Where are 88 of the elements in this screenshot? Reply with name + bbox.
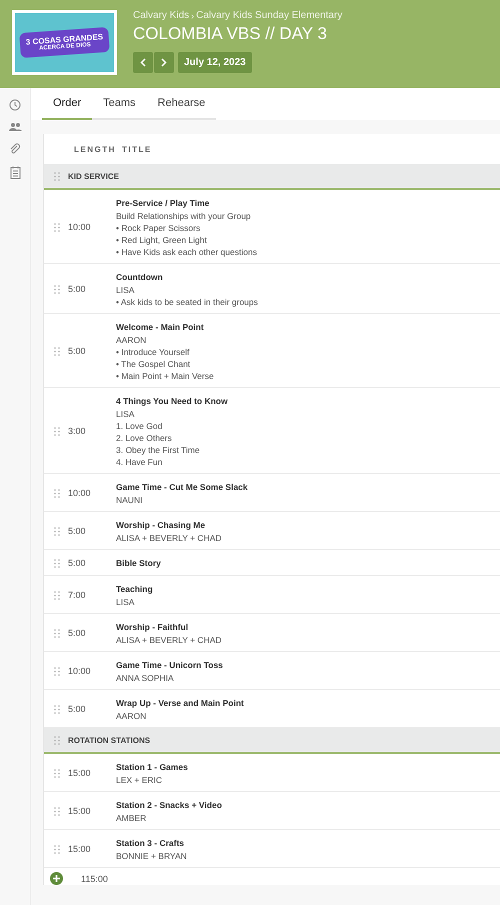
chevron-left-icon xyxy=(140,58,146,67)
item-note: • Introduce Yourself xyxy=(116,346,190,358)
item-title[interactable]: Worship - Chasing Me xyxy=(116,518,222,532)
item-length: 7:00 xyxy=(68,590,87,600)
item-title[interactable]: Game Time - Cut Me Some Slack xyxy=(116,480,248,494)
date-button[interactable]: July 12, 2023 xyxy=(178,52,252,73)
column-header: LENGTH xyxy=(74,144,117,154)
item-note: • Main Point + Main Verse xyxy=(116,370,214,382)
item-title[interactable]: Wrap Up - Verse and Main Point xyxy=(116,696,244,710)
next-button[interactable] xyxy=(154,52,174,73)
tab[interactable]: Rehearse xyxy=(146,88,216,120)
item-length: 5:00 xyxy=(68,284,87,294)
drag-handle-icon[interactable] xyxy=(54,426,60,436)
item-title[interactable]: Station 2 - Snacks + Video xyxy=(116,798,222,812)
add-icon[interactable] xyxy=(50,872,63,885)
total-length: 115:00 xyxy=(81,874,108,884)
item-length: 15:00 xyxy=(68,844,92,854)
item-title[interactable]: Pre-Service / Play Time xyxy=(116,196,257,210)
item-length: 10:00 xyxy=(68,488,92,498)
item-note: BONNIE + BRYAN xyxy=(116,850,187,862)
item-length: 5:00 xyxy=(68,526,87,536)
column-header: TITLE xyxy=(122,144,152,154)
tab[interactable]: Order xyxy=(42,88,92,120)
item-note: LISA xyxy=(116,408,136,420)
item-length: 5:00 xyxy=(68,346,87,356)
item-title[interactable]: Bible Story xyxy=(116,556,161,570)
drag-handle-icon[interactable] xyxy=(54,222,60,232)
item-note: • The Gospel Chant xyxy=(116,358,192,370)
drag-handle-icon[interactable] xyxy=(54,736,60,744)
notes-icon[interactable] xyxy=(10,166,20,179)
drag-handle-icon[interactable] xyxy=(54,704,60,714)
plan-title: COLOMBIA VBS // DAY 3 xyxy=(133,24,328,44)
item-note: • Have Kids ask each other questions xyxy=(116,246,257,258)
item-note: 4. Have Fun xyxy=(116,456,164,468)
chevron-icon: › xyxy=(191,10,194,20)
drag-handle-icon[interactable] xyxy=(54,666,60,676)
item-length: 10:00 xyxy=(68,222,92,232)
item-title[interactable]: Countdown xyxy=(116,270,258,284)
section-header: KID SERVICE xyxy=(68,172,119,180)
drag-handle-icon[interactable] xyxy=(54,768,60,778)
item-length: 15:00 xyxy=(68,806,92,816)
item-note: 1. Love God xyxy=(116,420,164,432)
drag-handle-icon[interactable] xyxy=(54,346,60,356)
item-title[interactable]: Station 1 - Games xyxy=(116,760,188,774)
drag-handle-icon[interactable] xyxy=(54,844,60,854)
item-note: AARON xyxy=(116,334,148,346)
item-note: ANNA SOPHIA xyxy=(116,672,175,684)
item-note: AMBER xyxy=(116,812,148,824)
paperclip-icon[interactable] xyxy=(9,143,21,155)
item-note: AARON xyxy=(116,710,148,722)
drag-handle-icon[interactable] xyxy=(54,558,60,568)
item-note: LEX + ERIC xyxy=(116,774,164,786)
drag-handle-icon[interactable] xyxy=(54,590,60,600)
item-length: 5:00 xyxy=(68,704,87,714)
item-note: 2. Love Others xyxy=(116,432,173,444)
item-length: 15:00 xyxy=(68,768,92,778)
item-length: 10:00 xyxy=(68,666,92,676)
item-length: 5:00 xyxy=(68,628,87,638)
item-note: LISA xyxy=(116,284,136,296)
section-header: ROTATION STATIONS xyxy=(68,736,150,744)
item-note: Build Relationships with your Group xyxy=(116,210,252,222)
item-title[interactable]: Teaching xyxy=(116,582,153,596)
item-title[interactable]: Station 3 - Crafts xyxy=(116,836,187,850)
item-note: ALISA + BEVERLY + CHAD xyxy=(116,532,222,544)
people-icon[interactable] xyxy=(8,122,22,132)
drag-handle-icon[interactable] xyxy=(54,284,60,294)
item-title[interactable]: Welcome - Main Point xyxy=(116,320,214,334)
drag-handle-icon[interactable] xyxy=(54,628,60,638)
clock-icon[interactable] xyxy=(9,99,21,111)
item-note: • Ask kids to be seated in their groups xyxy=(116,296,258,308)
item-note: LISA xyxy=(116,596,136,608)
item-length: 5:00 xyxy=(68,558,87,568)
item-note: • Red Light, Green Light xyxy=(116,234,208,246)
item-title[interactable]: Game Time - Unicorn Toss xyxy=(116,658,223,672)
drag-handle-icon[interactable] xyxy=(54,526,60,536)
item-note: 3. Obey the First Time xyxy=(116,444,201,456)
previous-button[interactable] xyxy=(133,52,153,73)
item-note: ALISA + BEVERLY + CHAD xyxy=(116,634,222,646)
item-note: • Rock Paper Scissors xyxy=(116,222,202,234)
tab[interactable]: Teams xyxy=(92,88,147,120)
item-title[interactable]: 4 Things You Need to Know xyxy=(116,394,228,408)
item-note: NAUNI xyxy=(116,494,144,506)
drag-handle-icon[interactable] xyxy=(54,172,60,180)
item-title[interactable]: Worship - Faithful xyxy=(116,620,222,634)
drag-handle-icon[interactable] xyxy=(54,488,60,498)
drag-handle-icon[interactable] xyxy=(54,806,60,816)
chevron-right-icon xyxy=(161,58,167,67)
item-length: 3:00 xyxy=(68,426,87,436)
